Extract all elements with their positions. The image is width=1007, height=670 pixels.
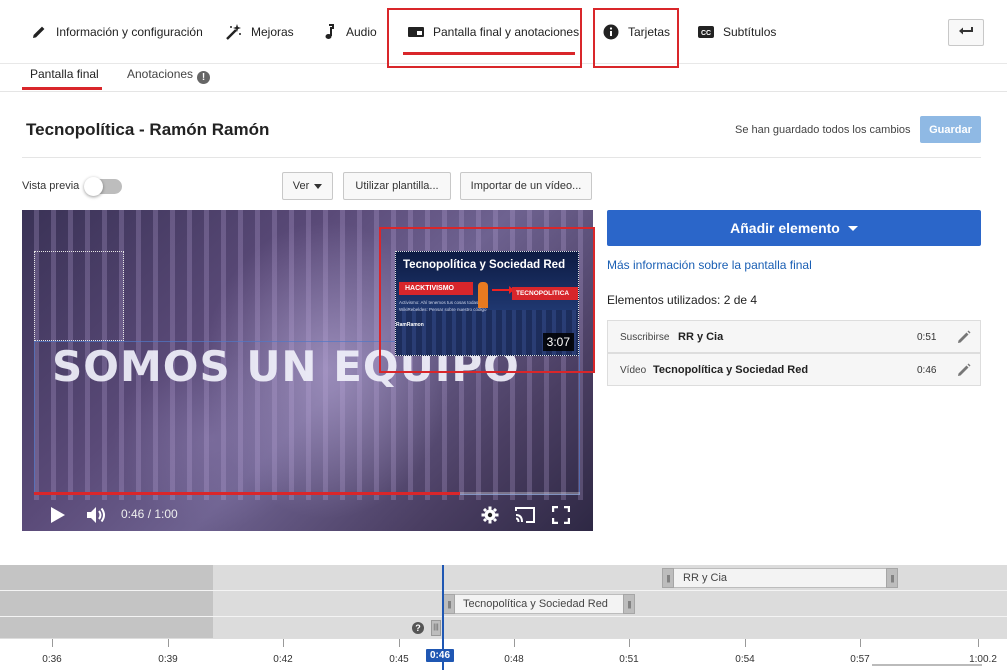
timeline-bar-label: Tecnopolítica y Sociedad Red	[463, 598, 608, 610]
tick	[399, 639, 400, 647]
tick	[52, 639, 53, 647]
music-note-icon	[320, 23, 338, 41]
element-row-video[interactable]: Vídeo Tecnopolítica y Sociedad Red 0:46	[607, 353, 981, 386]
timeline-editor[interactable]: ||| RR y Cia ||| ||| Tecnopolítica y Soc…	[0, 565, 1007, 638]
tick-label: 0:36	[42, 654, 62, 665]
top-tab-bar: Información y configuración Mejoras Audi…	[0, 0, 1007, 68]
tick-label: 0:57	[850, 654, 870, 665]
save-button[interactable]: Guardar	[920, 116, 981, 143]
element-row-subscribe[interactable]: Suscribirse RR y Cia 0:51	[607, 320, 981, 353]
subtab-annotations[interactable]: Anotaciones!	[127, 67, 211, 84]
fullscreen-icon[interactable]	[551, 505, 571, 529]
subtab-end-screen[interactable]: Pantalla final	[30, 67, 99, 81]
import-from-video-button[interactable]: Importar de un vídeo...	[460, 172, 592, 200]
progress-fill	[34, 492, 460, 495]
use-template-button[interactable]: Utilizar plantilla...	[343, 172, 451, 200]
tab-label: Mejoras	[251, 25, 294, 39]
timeline-drag-handle[interactable]: |||	[623, 594, 635, 614]
tab-enhancements[interactable]: Mejoras	[225, 0, 294, 64]
pencil-icon	[30, 23, 48, 41]
subscribe-element-box[interactable]	[34, 251, 124, 341]
tab-label: Información y configuración	[56, 25, 203, 39]
tick-label: 0:51	[619, 654, 639, 665]
timeline-track-separator	[0, 590, 1007, 591]
active-subtab-indicator	[22, 87, 102, 90]
subtab-label: Pantalla final	[30, 67, 99, 81]
magic-wand-icon	[225, 23, 243, 41]
help-icon[interactable]: ?	[412, 622, 424, 634]
timeline-drag-handle[interactable]: |||	[662, 568, 674, 588]
divider	[0, 91, 1007, 92]
warning-icon: !	[197, 71, 211, 84]
video-title: Tecnopolítica - Ramón Ramón	[26, 120, 270, 139]
timeline-drag-handle[interactable]: |||	[431, 620, 441, 636]
tab-audio[interactable]: Audio	[320, 0, 377, 64]
settings-gear-icon[interactable]	[481, 506, 499, 529]
timeline-track-separator	[0, 616, 1007, 617]
back-arrow-icon	[958, 24, 974, 41]
view-dropdown[interactable]: Ver	[282, 172, 333, 200]
tick	[860, 639, 861, 647]
more-info-link[interactable]: Más información sobre la pantalla final	[607, 258, 812, 272]
add-element-label: Añadir elemento	[730, 220, 840, 236]
divider	[22, 157, 981, 158]
time-readout: 0:46 / 1:00	[121, 507, 178, 521]
tab-subtitles[interactable]: CC Subtítulos	[697, 0, 776, 64]
timeline-bar-subscribe[interactable]: ||| RR y Cia |||	[662, 568, 898, 588]
tick-label: 0:39	[158, 654, 178, 665]
tick-label: 0:54	[735, 654, 755, 665]
tick	[168, 639, 169, 647]
caret-down-icon	[847, 225, 858, 231]
tab-info-settings[interactable]: Información y configuración	[30, 0, 203, 64]
add-element-button[interactable]: Añadir elemento	[607, 210, 981, 246]
tick-label: 0:42	[273, 654, 293, 665]
save-status: Se han guardado todos los cambios	[735, 124, 911, 136]
tick-label: 0:45	[389, 654, 409, 665]
timeline-bar-label: RR y Cia	[683, 572, 728, 584]
element-type: Suscribirse	[620, 332, 670, 343]
cast-icon[interactable]	[514, 506, 536, 529]
timeline-drag-handle[interactable]: |||	[886, 568, 898, 588]
element-name: RR y Cia	[678, 331, 724, 343]
element-name: Tecnopolítica y Sociedad Red	[653, 364, 809, 376]
element-time: 0:51	[917, 332, 937, 343]
tick	[978, 639, 979, 647]
view-label: Ver	[292, 180, 310, 192]
player-controls: 0:46 / 1:00	[22, 498, 593, 531]
highlight-video-element	[379, 227, 595, 373]
tab-label: Audio	[346, 25, 377, 39]
element-time: 0:46	[917, 365, 937, 376]
elements-used-count: Elementos utilizados: 2 de 4	[607, 293, 758, 307]
timeline-pre-region	[0, 565, 213, 638]
preview-toggle[interactable]	[84, 177, 122, 196]
back-button[interactable]	[948, 19, 984, 46]
tick-label: 0:48	[504, 654, 524, 665]
timeline-bar-video[interactable]: ||| Tecnopolítica y Sociedad Red |||	[443, 594, 635, 614]
playhead-time: 0:46	[426, 649, 455, 662]
tick	[745, 639, 746, 647]
tick	[514, 639, 515, 647]
timeline-drag-handle[interactable]: |||	[443, 594, 455, 614]
volume-icon[interactable]	[86, 506, 108, 529]
play-icon[interactable]	[50, 506, 66, 529]
progress-bar[interactable]	[34, 492, 580, 495]
subtab-label: Anotaciones	[127, 67, 194, 81]
caret-down-icon	[314, 183, 323, 189]
zoom-slider[interactable]	[872, 664, 982, 666]
svg-text:CC: CC	[701, 30, 711, 37]
tick	[283, 639, 284, 647]
element-type: Vídeo	[620, 365, 647, 376]
tab-label: Subtítulos	[723, 25, 777, 39]
tick	[629, 639, 630, 647]
edit-pencil-icon[interactable]	[957, 330, 971, 347]
edit-pencil-icon[interactable]	[957, 363, 971, 380]
timeline-ruler[interactable]: 0:36 0:39 0:42 0:45 0:48 0:51 0:54 0:57 …	[0, 638, 1007, 670]
highlight-end-screen-tab	[387, 8, 582, 68]
cc-icon: CC	[697, 23, 715, 41]
preview-label: Vista previa	[22, 180, 80, 192]
highlight-cards-tab	[593, 8, 679, 68]
